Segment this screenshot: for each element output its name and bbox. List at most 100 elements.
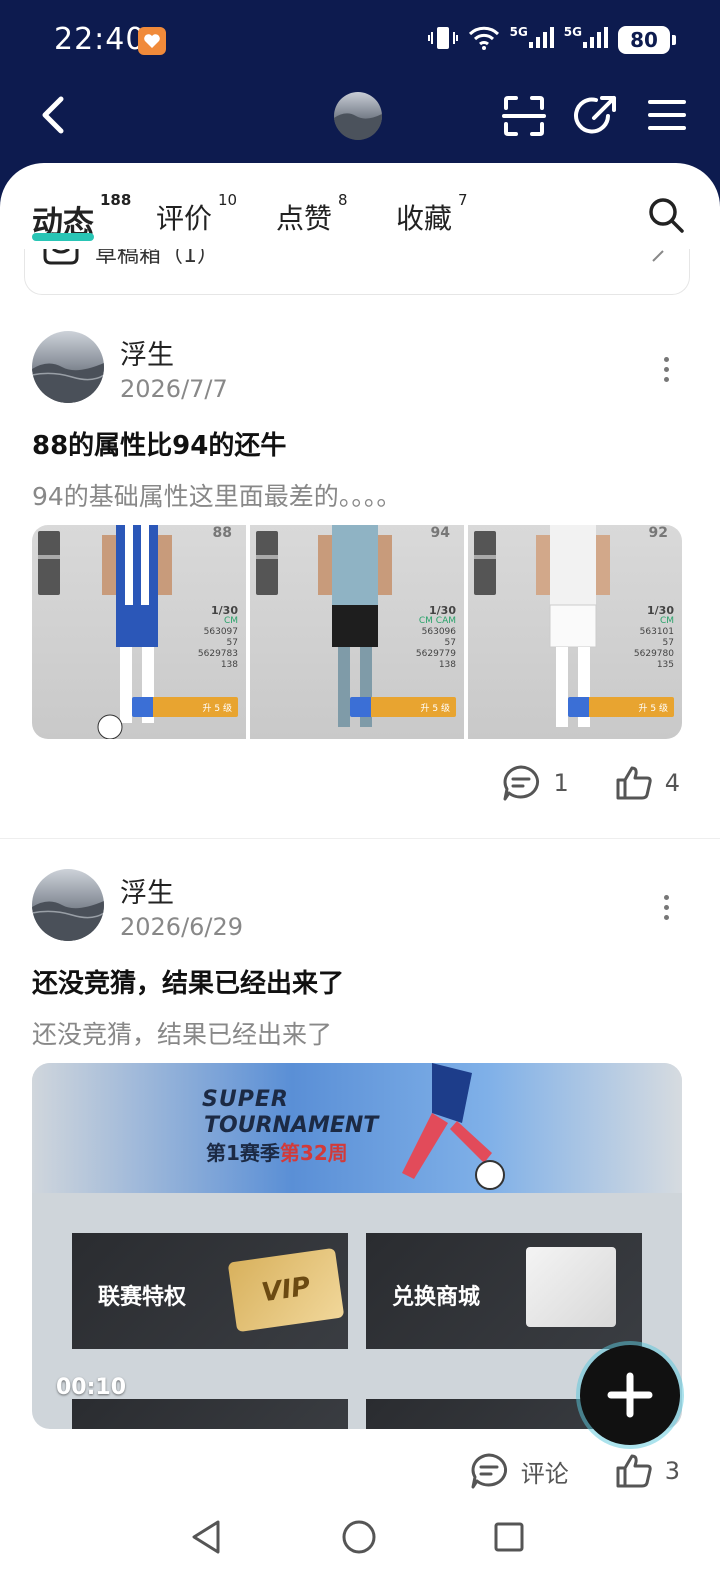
exchange-mall-tile: 兑换商城 (366, 1233, 642, 1349)
square-recents-icon (494, 1522, 524, 1552)
image-side-panel (38, 531, 60, 595)
comment-label: 评论 (520, 1459, 569, 1488)
stat-value: 135 (656, 660, 674, 670)
comment-button[interactable]: 评论 (469, 1452, 569, 1490)
banner-title-line1: SUPER (202, 1087, 289, 1112)
post-image[interactable]: 94 1/30 CM CAM 563096 57 5629779 138 升 5… (250, 525, 464, 739)
scan-icon (502, 96, 546, 136)
image-side-panel (256, 531, 278, 595)
scan-button[interactable] (500, 92, 548, 140)
search-button[interactable] (646, 195, 686, 235)
share-button[interactable] (572, 92, 620, 140)
circle-home-icon (342, 1520, 376, 1554)
battery-indicator: 80 (618, 26, 676, 54)
season-week: 第32周 (279, 1141, 348, 1165)
share-icon (574, 96, 616, 134)
menu-button[interactable] (646, 94, 688, 136)
stat-value: 57 (444, 638, 456, 648)
like-count: 4 (664, 769, 680, 797)
stat-value: 138 (438, 660, 456, 670)
footballer-illustration (402, 1063, 505, 1190)
post-image[interactable]: 92 1/30 CM 563101 57 5629780 135 升 5 级 (468, 525, 682, 739)
header-avatar[interactable] (334, 92, 382, 140)
vibrate-icon (427, 24, 458, 56)
stat-value: 5629783 (197, 649, 238, 659)
player-position: CM (223, 616, 238, 626)
signal-1-icon (528, 26, 554, 54)
tab-count: 10 (218, 191, 238, 209)
top-nav (0, 80, 720, 160)
back-button[interactable] (30, 90, 74, 140)
banner-title-line2: TOURNAMENT (204, 1113, 379, 1138)
nav-home-button[interactable] (334, 1512, 384, 1562)
more-options-button[interactable] (658, 887, 674, 927)
signal-2-label: 5G (563, 25, 582, 39)
back-arrow-icon (42, 96, 64, 134)
tab-favorites[interactable]: 收藏 7 (396, 191, 468, 237)
video-banner: SUPER TOURNAMENT 第1赛季第32周 (32, 1063, 682, 1193)
post-title: 88的属性比94的还牛 (32, 431, 287, 461)
player-level: 1/30 (429, 604, 456, 617)
author-avatar[interactable] (32, 869, 104, 941)
post-title: 还没竞猜，结果已经出来了 (32, 969, 345, 999)
post-body: 还没竞猜，结果已经出来了 (32, 1020, 333, 1049)
search-icon (649, 198, 684, 233)
more-options-button[interactable] (658, 349, 674, 389)
nav-back-button[interactable] (182, 1512, 232, 1562)
comment-icon (471, 1453, 507, 1489)
status-bar: 22:40 5G 5G 80 (0, 0, 720, 80)
player-level: 1/30 (211, 604, 238, 617)
player-stats: 1/30 CM 563101 57 5629780 135 (630, 605, 674, 695)
author-name[interactable]: 浮生 (120, 871, 174, 910)
drafts-label: 草稿箱（1） (95, 249, 219, 268)
player-stats: 1/30 CM CAM 563096 57 5629779 138 (412, 605, 456, 695)
triangle-back-icon (192, 1520, 220, 1554)
like-button[interactable]: 4 (615, 765, 680, 801)
wifi-icon (468, 25, 500, 55)
stat-value: 57 (662, 638, 674, 648)
comment-button[interactable]: 1 (501, 764, 569, 802)
drafts-entry[interactable]: 草稿箱（1） (24, 249, 690, 295)
vip-card: VIP (227, 1247, 345, 1333)
thumbs-up-icon (616, 766, 652, 800)
tab-label: 评价 (156, 202, 213, 235)
player-level: 1/30 (647, 604, 674, 617)
tile-label: 兑换商城 (392, 1285, 481, 1310)
signal-1-label: 5G (509, 25, 528, 39)
player-stats: 1/30 CM 563097 57 5629783 138 (194, 605, 238, 695)
tab-likes[interactable]: 点赞 8 (276, 191, 348, 237)
status-time: 22:40 (54, 22, 146, 57)
tab-count: 7 (458, 191, 468, 209)
tab-bar: 动态 188 评价 10 点赞 8 收藏 7 (0, 191, 720, 251)
profile-page: 22:40 5G 5G 80 动态 188 评价 10 点赞 8 收藏 7 草稿… (0, 0, 720, 1582)
post-image[interactable]: 88 1/30 CM 563097 57 5629783 138 升 5 级 (32, 525, 246, 739)
author-name[interactable]: 浮生 (120, 333, 174, 372)
upgrade-bar: 升 5 级 (350, 697, 456, 717)
tile-label: 联赛特权 (98, 1285, 187, 1310)
mall-box (526, 1247, 616, 1327)
like-button[interactable]: 3 (615, 1453, 680, 1489)
tab-count: 188 (100, 191, 132, 209)
nav-recents-button[interactable] (484, 1512, 534, 1562)
player-position: CM (659, 616, 674, 626)
active-tab-indicator (32, 233, 94, 241)
tab-label: 点赞 (276, 202, 333, 235)
player-rating: 88 (212, 525, 232, 541)
edit-icon (652, 250, 664, 262)
tab-reviews[interactable]: 评价 10 (156, 191, 237, 237)
stat-value: 57 (226, 638, 238, 648)
league-privilege-tile: 联赛特权 VIP (72, 1233, 348, 1349)
create-post-button[interactable] (580, 1345, 680, 1445)
post-body: 94的基础属性这里面最差的。。。。 (32, 482, 402, 511)
season-prefix: 第1赛季 (206, 1141, 280, 1165)
status-icons: 5G 5G 80 (427, 24, 676, 56)
drafts-box-icon (43, 249, 79, 265)
heart-app-icon (138, 27, 166, 55)
post-actions: 1 4 (501, 763, 680, 803)
player-rating: 92 (648, 525, 668, 541)
banner-season: 第1赛季第32周 (206, 1137, 348, 1166)
upgrade-bar: 升 5 级 (568, 697, 674, 717)
stat-value: 5629779 (415, 649, 456, 659)
post-image-grid: 88 1/30 CM 563097 57 5629783 138 升 5 级 9… (32, 525, 682, 739)
author-avatar[interactable] (32, 331, 104, 403)
